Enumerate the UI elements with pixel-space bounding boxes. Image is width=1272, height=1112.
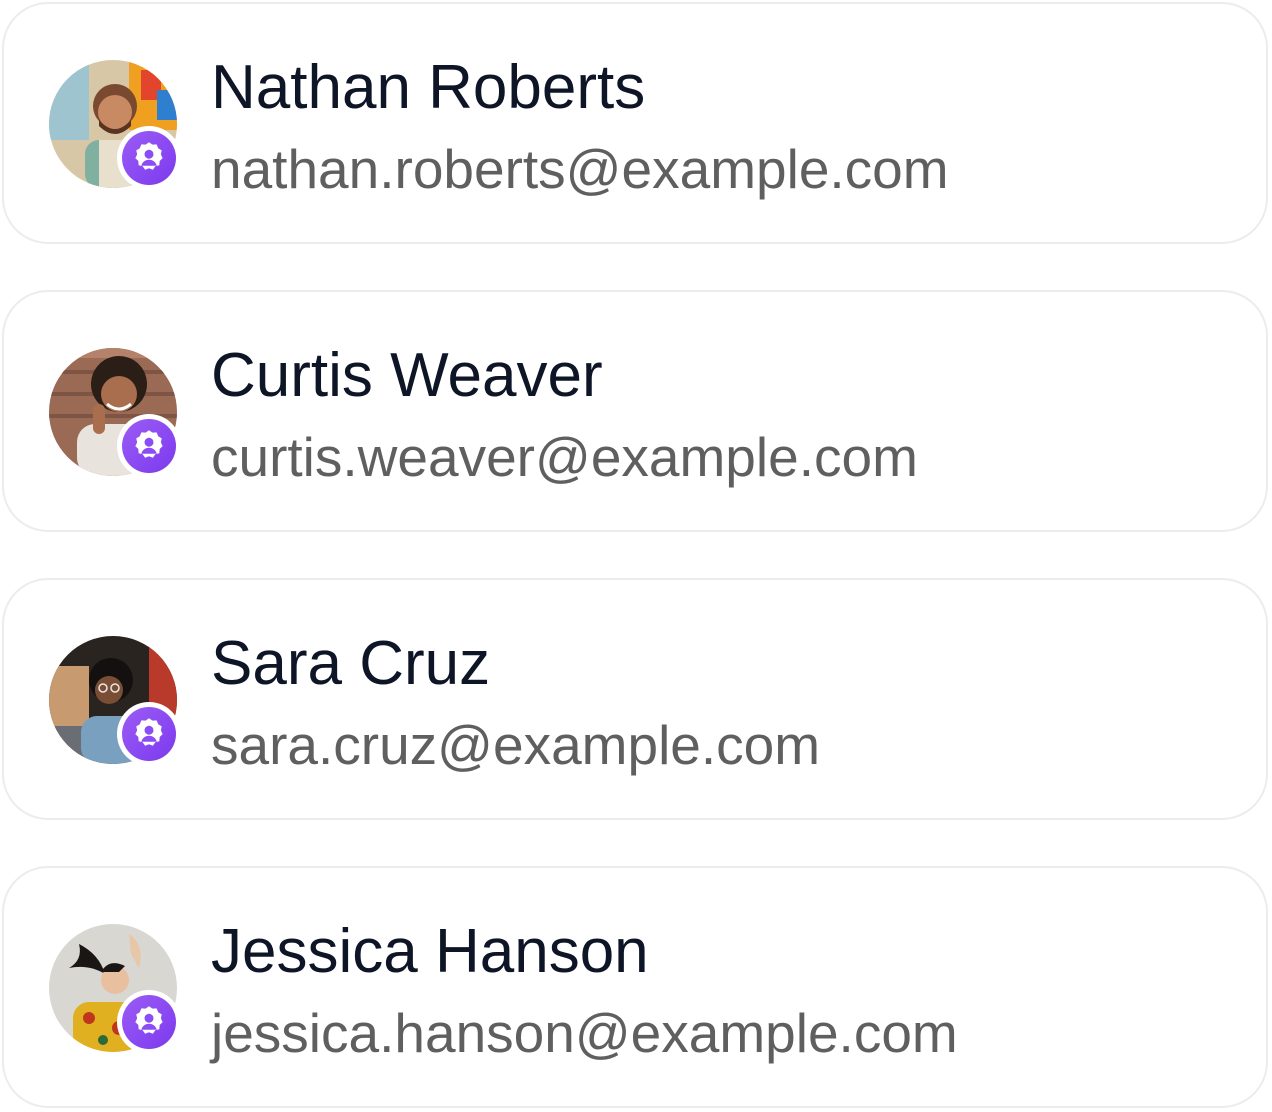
- user-card-jessica-hanson[interactable]: Jessica Hanson jessica.hanson@example.co…: [2, 866, 1268, 1108]
- user-card-curtis-weaver[interactable]: Curtis Weaver curtis.weaver@example.com: [2, 290, 1268, 532]
- user-email: nathan.roberts@example.com: [211, 138, 949, 200]
- verified-user-badge: [117, 414, 181, 478]
- user-name: Sara Cruz: [211, 629, 491, 698]
- user-name: Nathan Roberts: [211, 53, 646, 122]
- avatar-with-badge: [49, 348, 181, 478]
- user-email: jessica.hanson@example.com: [211, 1002, 958, 1064]
- user-card-nathan-roberts[interactable]: Nathan Roberts nathan.roberts@example.co…: [2, 2, 1268, 244]
- avatar-with-badge: [49, 924, 181, 1054]
- user-email: curtis.weaver@example.com: [211, 426, 918, 488]
- user-card-sara-cruz[interactable]: Sara Cruz sara.cruz@example.com: [2, 578, 1268, 820]
- avatar-with-badge: [49, 60, 181, 190]
- user-name: Jessica Hanson: [211, 917, 649, 986]
- verified-user-badge: [117, 126, 181, 190]
- verified-user-badge-icon: [122, 131, 176, 185]
- verified-user-badge-icon: [122, 995, 176, 1049]
- verified-user-badge-icon: [122, 419, 176, 473]
- user-email: sara.cruz@example.com: [211, 714, 821, 776]
- user-list: Nathan Roberts nathan.roberts@example.co…: [0, 0, 1272, 1112]
- user-name: Curtis Weaver: [211, 341, 603, 410]
- avatar-with-badge: [49, 636, 181, 766]
- verified-user-badge-icon: [122, 707, 176, 761]
- verified-user-badge: [117, 990, 181, 1054]
- verified-user-badge: [117, 702, 181, 766]
